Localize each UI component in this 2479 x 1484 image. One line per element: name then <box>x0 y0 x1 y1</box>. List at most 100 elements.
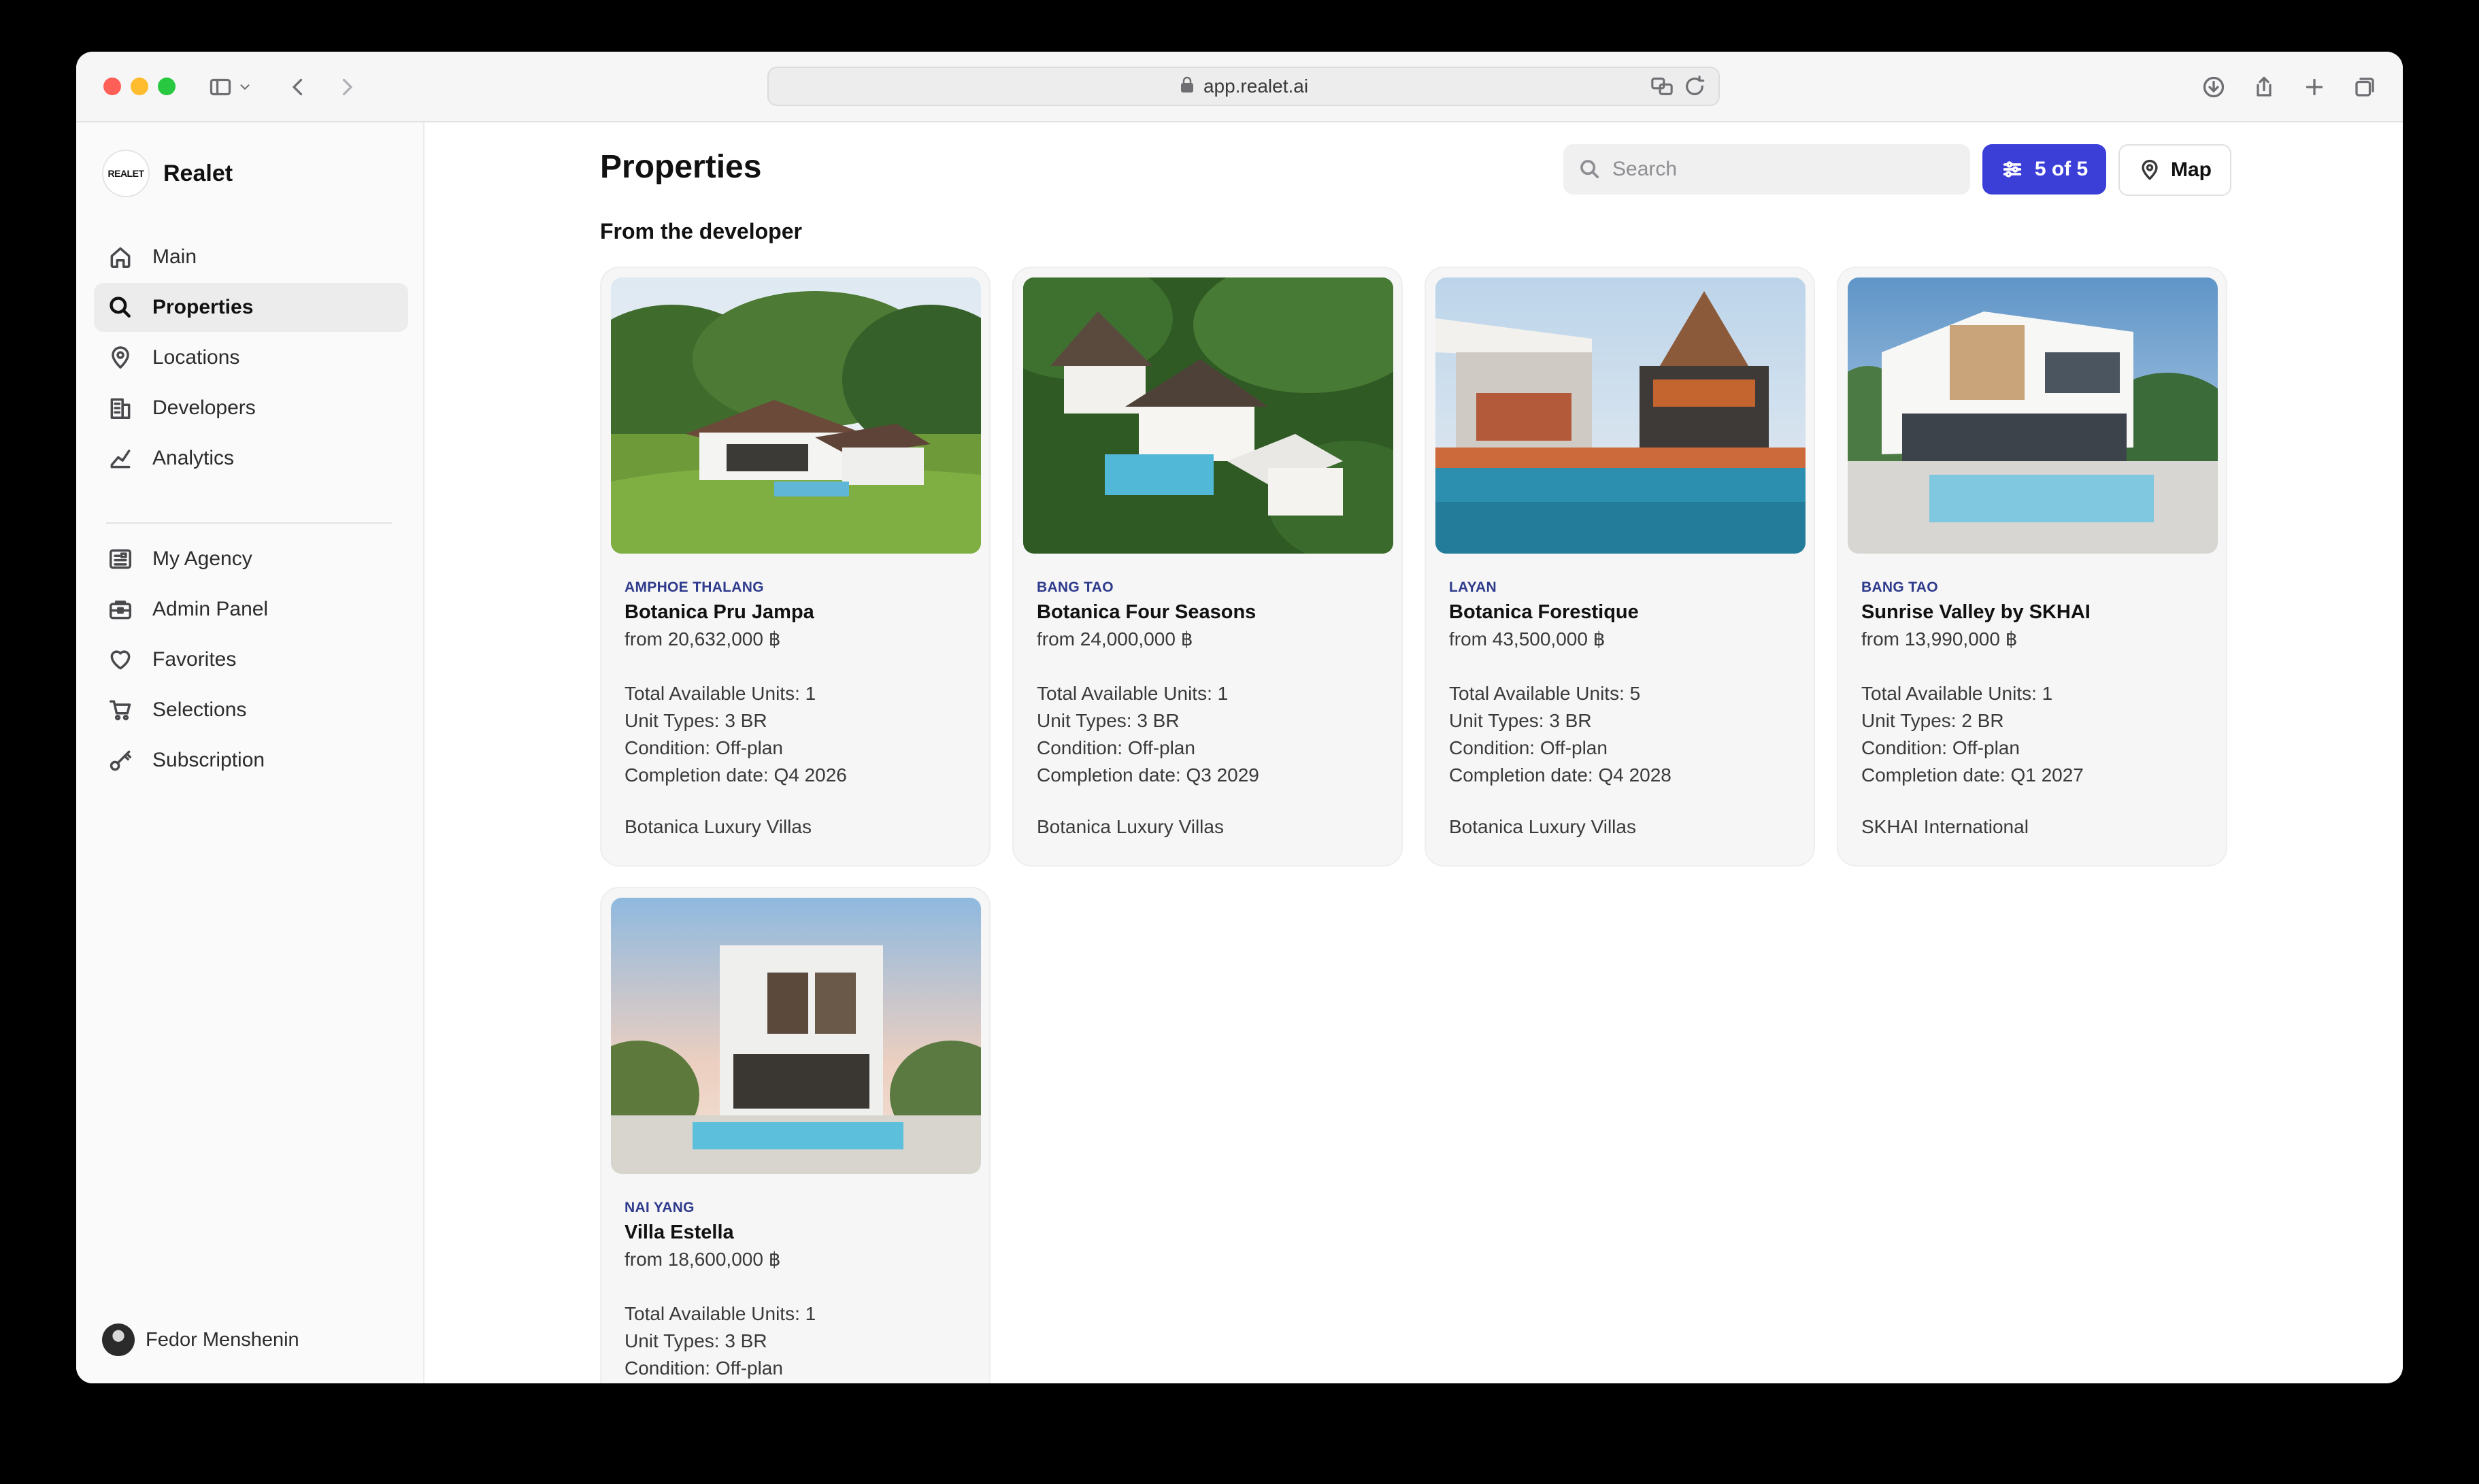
sidebar-item-label: Favorites <box>152 648 237 671</box>
property-unit-types: Unit Types: 3 BR <box>625 1330 767 1351</box>
secondary-nav: My Agency Admin Panel Favorites Selectio… <box>94 535 408 786</box>
property-unit-types: Unit Types: 3 BR <box>1037 710 1180 731</box>
property-completion: Completion date: Q4 2028 <box>1449 764 1671 786</box>
zoom-window-button[interactable] <box>158 78 176 95</box>
map-button-label: Map <box>2171 158 2212 181</box>
sidebar-item-label: My Agency <box>152 547 252 570</box>
property-card[interactable]: LAYAN Botanica Forestique from 43,500,00… <box>1425 267 1815 866</box>
sidebar-item-selections[interactable]: Selections <box>94 686 408 735</box>
briefcase-icon <box>110 601 131 620</box>
property-photo <box>1435 277 1806 554</box>
property-name[interactable]: Botanica Forestique <box>1449 601 1797 624</box>
sidebar-item-my-agency[interactable]: My Agency <box>94 535 408 584</box>
location-pin-icon <box>112 346 129 369</box>
share-icon[interactable] <box>2246 69 2282 105</box>
property-price: from 43,500,000 ฿ <box>1449 628 1605 650</box>
property-card[interactable]: NAI YANG Villa Estella from 18,600,000 ฿… <box>600 887 991 1383</box>
property-location: AMPHOE THALANG <box>625 579 764 595</box>
property-condition: Condition: Off-plan <box>625 737 783 758</box>
sidebar-item-label: Properties <box>152 296 254 318</box>
property-developer: Botanica Luxury Villas <box>1037 816 1224 837</box>
sidebar-item-locations[interactable]: Locations <box>94 333 408 382</box>
property-condition: Condition: Off-plan <box>625 1357 783 1379</box>
property-photo <box>611 277 981 554</box>
search-input[interactable] <box>1612 158 1952 181</box>
sidebar-item-label: Main <box>152 246 197 268</box>
user-name: Fedor Menshenin <box>146 1328 299 1351</box>
sidebar-item-analytics[interactable]: Analytics <box>94 434 408 483</box>
sidebar-item-label: Developers <box>152 397 256 419</box>
sidebar-item-favorites[interactable]: Favorites <box>94 635 408 684</box>
url-text: app.realet.ai <box>1203 75 1309 97</box>
property-units: Total Available Units: 1 <box>1861 683 2053 704</box>
cart-icon <box>110 700 131 721</box>
property-condition: Condition: Off-plan <box>1037 737 1195 758</box>
section-title: From the developer <box>600 219 802 243</box>
sidebar-item-developers[interactable]: Developers <box>94 384 408 433</box>
property-completion: Completion date: Q3 2029 <box>1037 764 1259 786</box>
property-name[interactable]: Sunrise Valley by SKHAI <box>1861 601 2210 624</box>
home-icon <box>110 247 131 268</box>
sidebar-item-label: Locations <box>152 346 240 369</box>
sidebar-toggle-icon[interactable] <box>203 69 238 105</box>
sliders-icon <box>2003 161 2021 178</box>
property-price: from 13,990,000 ฿ <box>1861 628 2018 650</box>
location-pin-icon <box>2142 159 2158 180</box>
property-units: Total Available Units: 5 <box>1449 683 1641 704</box>
heart-icon <box>110 650 131 670</box>
property-unit-types: Unit Types: 3 BR <box>625 710 767 731</box>
property-photo <box>611 898 981 1174</box>
new-tab-icon[interactable] <box>2297 69 2332 105</box>
property-unit-types: Unit Types: 2 BR <box>1861 710 2004 731</box>
property-name[interactable]: Botanica Pru Jampa <box>625 601 973 624</box>
page-title: Properties <box>600 149 762 185</box>
property-developer: SKHAI International <box>1861 816 2029 837</box>
sidebar-item-subscription[interactable]: Subscription <box>94 736 408 785</box>
property-unit-types: Unit Types: 3 BR <box>1449 710 1592 731</box>
sidebar-item-main[interactable]: Main <box>94 233 408 282</box>
property-developer: Botanica Luxury Villas <box>1449 816 1636 837</box>
minimize-window-button[interactable] <box>131 78 148 95</box>
property-photo <box>1848 277 2218 554</box>
sidebar-item-properties[interactable]: Properties <box>94 283 408 332</box>
download-icon[interactable] <box>2196 69 2231 105</box>
property-card[interactable]: AMPHOE THALANG Botanica Pru Jampa from 2… <box>600 267 991 866</box>
property-location: BANG TAO <box>1037 579 1114 595</box>
sidebar: REALET Realet Main Properties Locations … <box>76 122 425 1383</box>
close-window-button[interactable] <box>103 78 121 95</box>
chevron-down-icon[interactable] <box>234 69 256 105</box>
key-icon <box>110 750 131 771</box>
property-card[interactable]: BANG TAO Sunrise Valley by SKHAI from 13… <box>1837 267 2227 866</box>
reload-icon[interactable] <box>1683 75 1706 103</box>
property-card[interactable]: BANG TAO Botanica Four Seasons from 24,0… <box>1012 267 1403 866</box>
search-box[interactable] <box>1563 144 1970 195</box>
property-location: BANG TAO <box>1861 579 1938 595</box>
sidebar-item-admin-panel[interactable]: Admin Panel <box>94 585 408 634</box>
map-button[interactable]: Map <box>2118 144 2231 196</box>
property-name[interactable]: Villa Estella <box>625 1221 973 1244</box>
property-completion: Completion date: Q4 2026 <box>625 764 847 786</box>
forward-arrow-icon[interactable] <box>329 69 365 105</box>
property-photo <box>1023 277 1393 554</box>
translate-icon[interactable] <box>1650 75 1674 103</box>
sidebar-item-label: Analytics <box>152 447 235 469</box>
property-price: from 18,600,000 ฿ <box>625 1249 781 1270</box>
property-units: Total Available Units: 1 <box>625 683 816 704</box>
lock-icon <box>1179 75 1195 98</box>
property-price: from 20,632,000 ฿ <box>625 628 781 650</box>
address-bar[interactable]: app.realet.ai <box>767 67 1720 106</box>
brand-logo: REALET <box>102 150 150 197</box>
brand-name: Realet <box>163 160 233 186</box>
brand[interactable]: REALET Realet <box>102 150 233 197</box>
browser-toolbar: app.realet.ai <box>76 52 2403 122</box>
tab-overview-icon[interactable] <box>2347 69 2382 105</box>
avatar <box>102 1323 135 1356</box>
filter-button[interactable]: 5 of 5 <box>1982 144 2106 195</box>
back-arrow-icon[interactable] <box>280 69 316 105</box>
property-name[interactable]: Botanica Four Seasons <box>1037 601 1385 624</box>
property-location: LAYAN <box>1449 579 1497 595</box>
sidebar-item-label: Selections <box>152 698 247 721</box>
user-profile[interactable]: Fedor Menshenin <box>102 1323 299 1356</box>
property-location: NAI YANG <box>625 1200 695 1215</box>
property-developer: Botanica Luxury Villas <box>625 816 812 837</box>
